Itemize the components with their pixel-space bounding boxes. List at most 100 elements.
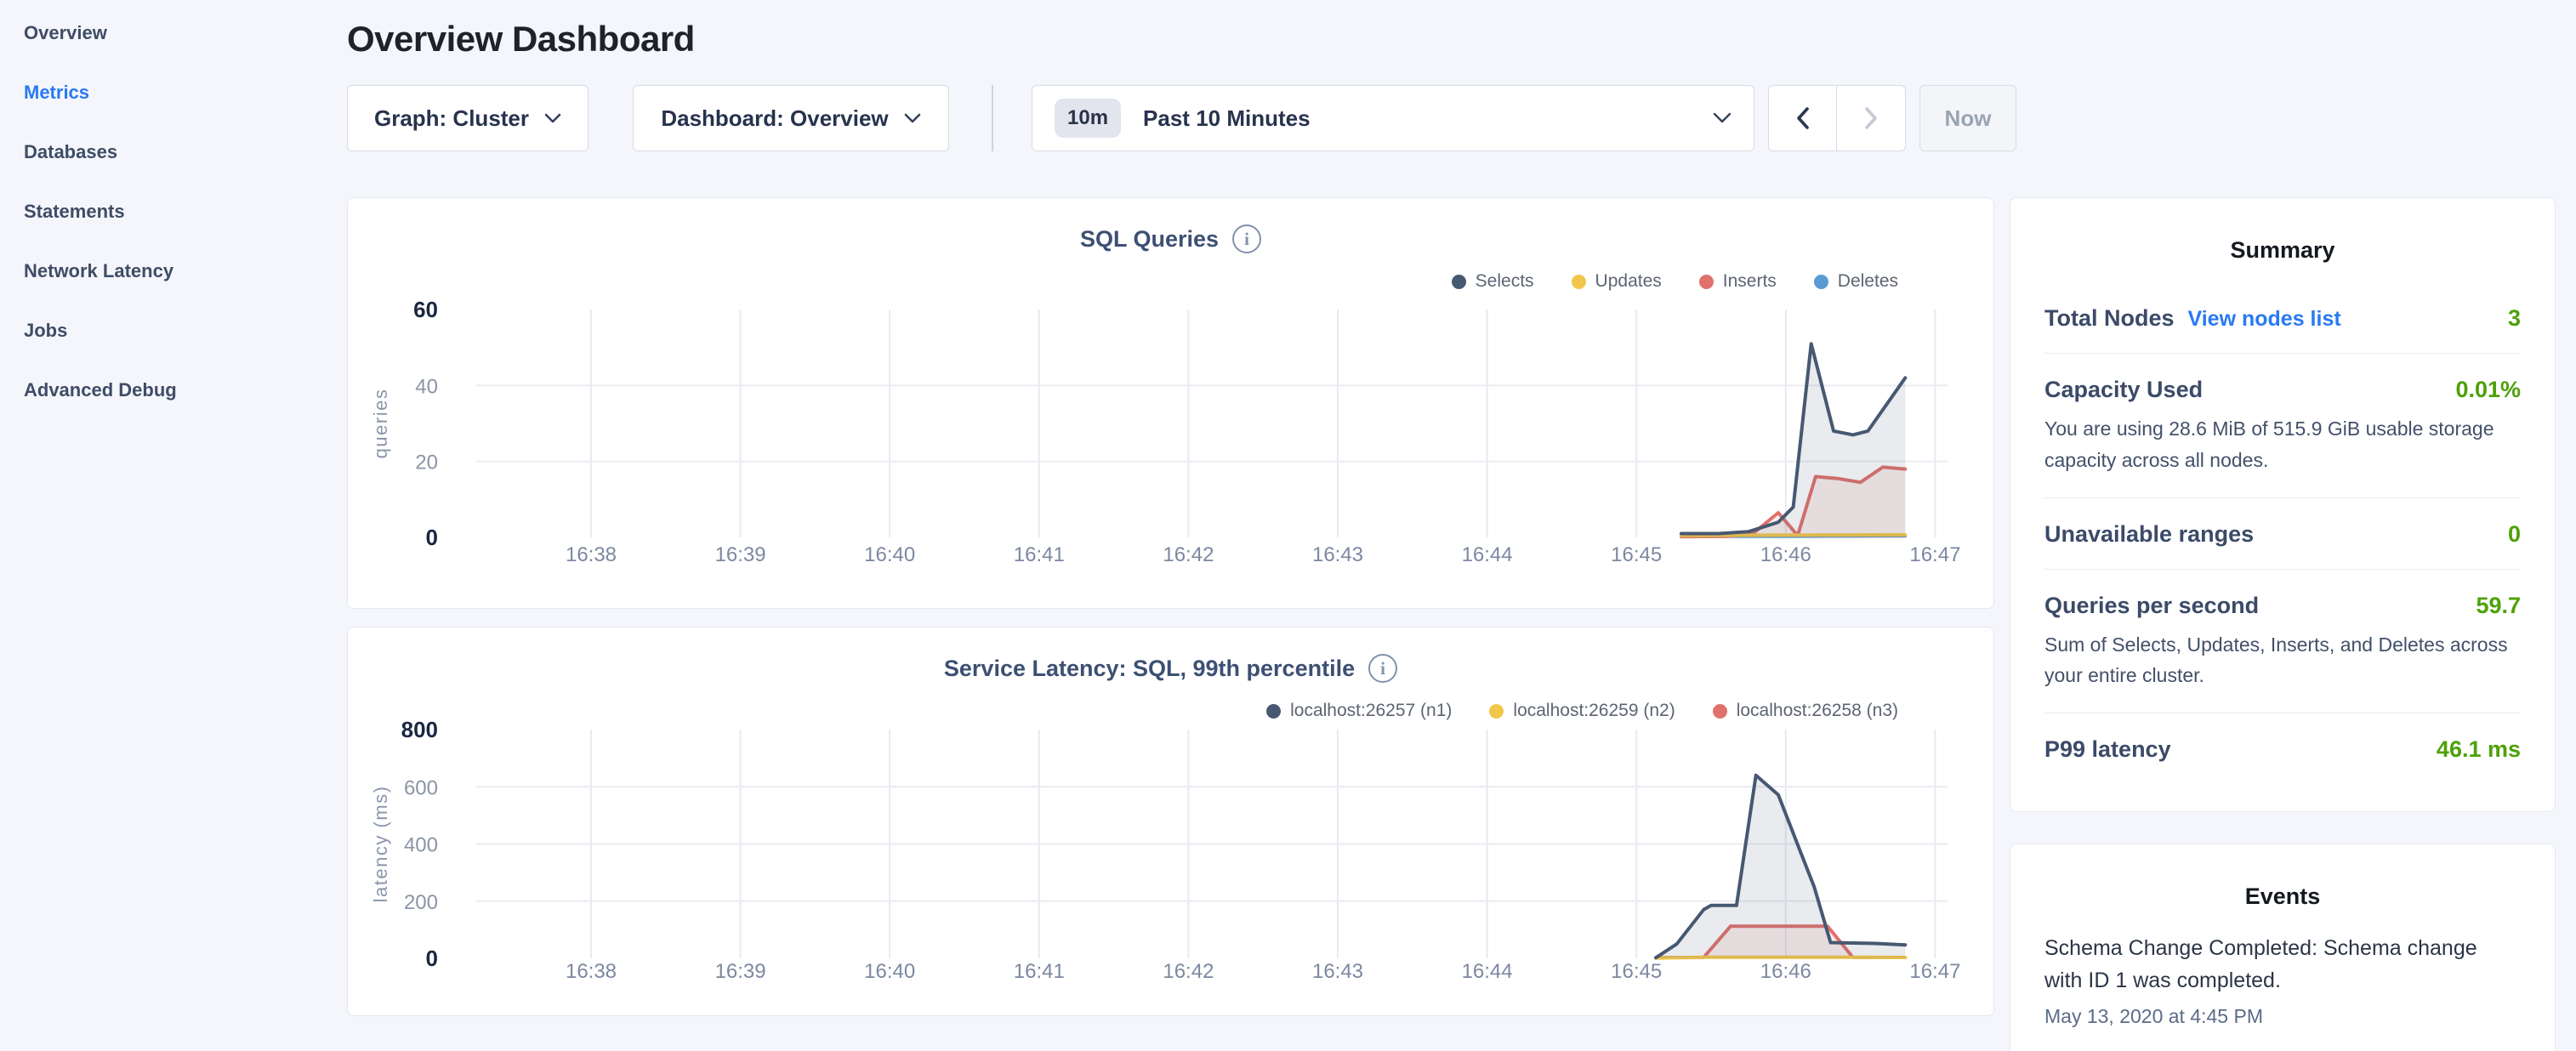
chart-title: Service Latency: SQL, 99th percentile — [944, 656, 1355, 682]
legend-dot-icon — [1572, 275, 1586, 289]
x-tick-label: 16:46 — [1760, 960, 1811, 983]
summary-row: Queries per second 59.7 Sum of Selects, Up… — [2044, 570, 2521, 714]
summary-value: 0 — [2508, 521, 2521, 548]
legend-label: localhost:26257 (n1) — [1290, 701, 1452, 721]
x-tick-label: 16:45 — [1611, 543, 1662, 566]
graph-dropdown[interactable]: Graph: Cluster — [347, 85, 589, 151]
sidebar-item-advanced-debug[interactable]: Advanced Debug — [24, 361, 347, 420]
service-latency-chart: 16:3816:3916:4016:4116:4216:4316:4416:45… — [348, 628, 1993, 1015]
legend-item[interactable]: Updates — [1572, 271, 1662, 292]
x-tick-label: 16:39 — [715, 960, 766, 983]
legend-label: Deletes — [1838, 271, 1898, 292]
x-tick-label: 16:41 — [1014, 960, 1065, 983]
summary-value: 46.1 ms — [2437, 736, 2521, 763]
x-tick-label: 16:43 — [1312, 960, 1363, 983]
summary-value: 59.7 — [2476, 593, 2521, 619]
y-tick-label: 600 — [404, 776, 438, 799]
chart-card-sql-queries: SQL Queries i Selects Updates Inserts Delet… — [347, 197, 1994, 609]
summary-label: Total Nodes — [2044, 305, 2175, 332]
summary-description: Sum of Selects, Updates, Inserts, and De… — [2044, 629, 2521, 692]
legend-dot-icon — [1452, 275, 1466, 289]
legend-dot-icon — [1266, 704, 1281, 719]
x-tick-label: 16:47 — [1909, 960, 1960, 983]
time-forward-button[interactable] — [1837, 85, 1906, 151]
chart-legend: Selects Updates Inserts Deletes — [1452, 271, 1898, 292]
x-tick-label: 16:43 — [1312, 543, 1363, 566]
chevron-right-icon — [1864, 106, 1878, 130]
summary-description: You are using 28.6 MiB of 515.9 GiB usab… — [2044, 413, 2521, 476]
x-tick-label: 16:38 — [566, 543, 617, 566]
legend-item[interactable]: Inserts — [1699, 271, 1777, 292]
summary-row: Capacity Used0.01%You are using 28.6 MiB… — [2044, 354, 2521, 498]
x-tick-label: 16:44 — [1462, 960, 1513, 983]
y-tick-label: 0 — [426, 946, 438, 971]
time-back-button[interactable] — [1768, 85, 1837, 151]
dashboard-dropdown-label: Dashboard: Overview — [661, 105, 888, 132]
x-tick-label: 16:41 — [1014, 543, 1065, 566]
chart-legend: localhost:26257 (n1) localhost:26259 (n2)… — [1266, 701, 1898, 721]
y-axis-title: latency (ms) — [370, 786, 391, 903]
view-nodes-list-link[interactable]: View nodes list — [2188, 307, 2341, 332]
event-item[interactable]: Schema Change Completed: Schema change w… — [2044, 932, 2521, 1028]
y-axis-title: queries — [370, 389, 391, 459]
sidebar-item-databases[interactable]: Databases — [24, 122, 347, 182]
event-message: Schema Change Completed: Schema change w… — [2044, 932, 2521, 997]
sidebar-item-network-latency[interactable]: Network Latency — [24, 241, 347, 301]
events-title: Events — [2044, 844, 2521, 910]
legend-item[interactable]: Deletes — [1814, 271, 1898, 292]
sidebar-item-metrics[interactable]: Metrics — [24, 63, 347, 122]
summary-row: Total Nodes View nodes list 3 — [2044, 282, 2521, 354]
y-tick-label: 800 — [401, 717, 438, 742]
right-column: Summary Total Nodes View nodes list 3 Capac… — [2010, 197, 2556, 1051]
legend-label: Selects — [1476, 271, 1534, 292]
controls-row: Graph: Cluster Dashboard: Overview 10m P… — [347, 85, 2556, 151]
now-button[interactable]: Now — [1919, 85, 2016, 151]
chevron-down-icon — [904, 113, 921, 124]
legend-label: localhost:26258 (n3) — [1737, 701, 1898, 721]
chevron-down-icon — [544, 113, 561, 124]
legend-dot-icon — [1489, 704, 1504, 719]
summary-label: Queries per second — [2044, 593, 2259, 619]
y-tick-label: 400 — [404, 834, 438, 857]
summary-value: 3 — [2508, 305, 2521, 332]
summary-panel: Summary Total Nodes View nodes list 3 Capac… — [2010, 197, 2556, 812]
summary-row: Unavailable ranges 0 — [2044, 498, 2521, 570]
page-title: Overview Dashboard — [347, 19, 2556, 60]
y-tick-label: 0 — [426, 525, 438, 550]
sidebar-item-jobs[interactable]: Jobs — [24, 301, 347, 361]
summary-title: Summary — [2044, 198, 2521, 264]
x-tick-label: 16:40 — [864, 543, 915, 566]
info-icon[interactable]: i — [1232, 224, 1261, 253]
legend-item[interactable]: localhost:26258 (n3) — [1713, 701, 1898, 721]
x-tick-label: 16:42 — [1163, 543, 1214, 566]
summary-label: P99 latency — [2044, 736, 2171, 763]
y-tick-label: 200 — [404, 891, 438, 914]
sidebar: OverviewMetricsDatabasesStatementsNetwor… — [0, 0, 347, 1051]
legend-item[interactable]: Selects — [1452, 271, 1534, 292]
legend-dot-icon — [1814, 275, 1828, 289]
y-tick-label: 40 — [415, 375, 438, 398]
info-icon[interactable]: i — [1368, 654, 1397, 683]
x-tick-label: 16:38 — [566, 960, 617, 983]
legend-item[interactable]: localhost:26257 (n1) — [1266, 701, 1452, 721]
dashboard-dropdown[interactable]: Dashboard: Overview — [633, 85, 949, 151]
app-root: OverviewMetricsDatabasesStatementsNetwor… — [0, 0, 2576, 1051]
event-timestamp: May 13, 2020 at 4:45 PM — [2044, 1005, 2521, 1028]
sidebar-nav: OverviewMetricsDatabasesStatementsNetwor… — [24, 3, 347, 420]
events-panel: Events Schema Change Completed: Schema c… — [2010, 844, 2556, 1051]
legend-label: Inserts — [1723, 271, 1777, 292]
main-content: Overview Dashboard Graph: Cluster Dashbo… — [347, 0, 2576, 1051]
time-window-picker[interactable]: 10m Past 10 Minutes — [1032, 85, 1754, 151]
summary-rows: Total Nodes View nodes list 3 Capacity Used… — [2044, 282, 2521, 784]
legend-item[interactable]: localhost:26259 (n2) — [1489, 701, 1675, 721]
summary-label: Unavailable ranges — [2044, 521, 2254, 548]
graph-dropdown-label: Graph: Cluster — [374, 105, 529, 132]
divider — [992, 85, 993, 151]
sidebar-item-overview[interactable]: Overview — [24, 3, 347, 63]
sidebar-item-statements[interactable]: Statements — [24, 182, 347, 241]
legend-label: localhost:26259 (n2) — [1513, 701, 1675, 721]
legend-dot-icon — [1699, 275, 1714, 289]
summary-label: Capacity Used — [2044, 377, 2203, 403]
chart-title: SQL Queries — [1080, 226, 1219, 253]
sql-queries-chart: 16:3816:3916:4016:4116:4216:4316:4416:45… — [348, 198, 1993, 608]
